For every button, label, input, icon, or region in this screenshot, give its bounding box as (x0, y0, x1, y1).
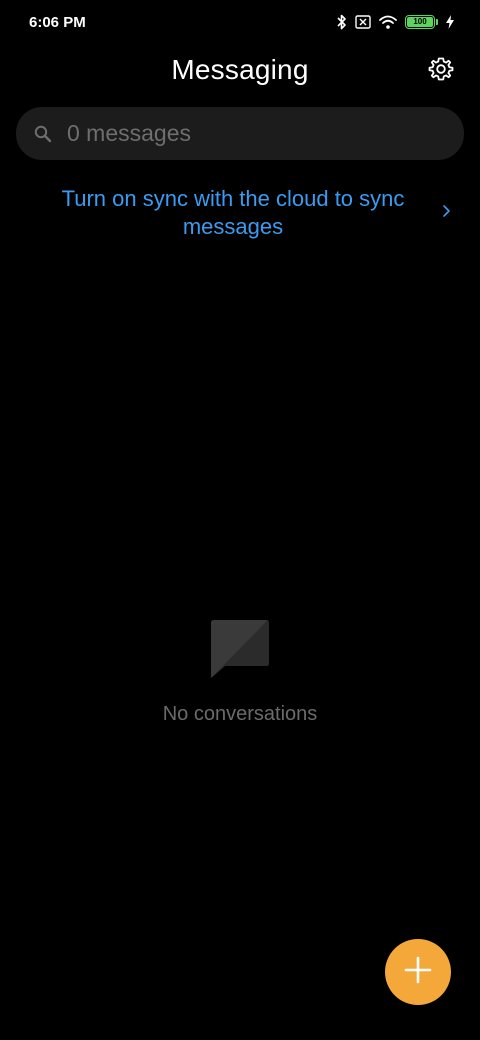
search-input[interactable] (67, 107, 464, 160)
search-icon (32, 123, 54, 145)
bluetooth-icon (337, 14, 347, 30)
cloud-sync-banner[interactable]: Turn on sync with the cloud to sync mess… (0, 182, 480, 246)
search-bar[interactable] (16, 107, 464, 160)
wifi-icon (379, 15, 397, 29)
page-title: Messaging (171, 54, 309, 85)
chevron-right-icon (440, 203, 452, 219)
battery-level: 100 (407, 17, 433, 27)
no-sim-icon (355, 15, 371, 29)
battery-icon: 100 (405, 15, 438, 29)
app-header: Messaging (0, 50, 480, 96)
new-message-button[interactable] (385, 939, 451, 1005)
empty-state-text: No conversations (162, 703, 318, 725)
gear-icon (428, 56, 454, 87)
status-bar: 6:06 PM 100 (0, 0, 480, 44)
sync-banner-text: Turn on sync with the cloud to sync mess… (61, 186, 405, 239)
message-bubble-icon (209, 616, 271, 680)
status-time: 6:06 PM (29, 13, 86, 31)
messaging-screen: 6:06 PM 100 Messaging 0 messages Turn on… (0, 0, 480, 1040)
charging-icon (446, 15, 454, 29)
empty-state: No conversations (0, 616, 480, 736)
plus-icon (404, 956, 432, 989)
settings-button[interactable] (426, 56, 456, 86)
status-icons: 100 (337, 14, 454, 30)
